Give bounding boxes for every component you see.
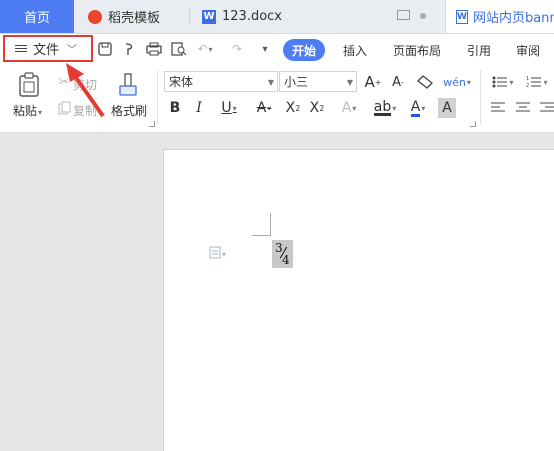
- tab-start-label: 开始: [291, 43, 316, 58]
- print-icon[interactable]: [145, 40, 163, 58]
- svg-text:2: 2: [526, 83, 529, 89]
- selected-fraction[interactable]: 3 4: [272, 240, 293, 268]
- word-doc-icon: W: [456, 9, 468, 24]
- monitor-icon[interactable]: [397, 10, 410, 20]
- paste-options-button[interactable]: ▾: [209, 245, 226, 263]
- output-pdf-icon[interactable]: [121, 40, 139, 58]
- annotation-arrow: [66, 63, 105, 118]
- chevron-down-icon: ﹀: [67, 45, 78, 56]
- font-size-value: 小三: [284, 75, 309, 89]
- format-painter-icon[interactable]: [117, 72, 139, 100]
- chevron-down-icon: ▼: [346, 78, 353, 87]
- decrease-font-size-icon[interactable]: A-: [389, 72, 407, 92]
- margin-corner-mark: [252, 213, 271, 236]
- tab-start[interactable]: 开始: [283, 39, 325, 61]
- font-name-select[interactable]: 宋体 ▼: [164, 71, 278, 92]
- character-shading-icon[interactable]: A: [438, 98, 456, 118]
- subscript-icon[interactable]: X2: [308, 98, 326, 118]
- document-tab-bar: 首页 稻壳模板 W 123.docx W 网站内页banne: [0, 0, 554, 34]
- tab-document[interactable]: W 123.docx: [192, 0, 440, 33]
- paste-options-icon: [209, 245, 221, 263]
- tab-insert[interactable]: 插入: [343, 42, 367, 59]
- tab-references[interactable]: 引用: [467, 42, 491, 59]
- phonetic-guide-icon[interactable]: wén ▾: [443, 72, 471, 92]
- print-preview-icon[interactable]: [170, 40, 188, 58]
- paste-label: 粘贴: [13, 104, 38, 118]
- chevron-down-icon: ▾: [222, 249, 227, 259]
- tab-web-page[interactable]: W 网站内页banne: [445, 0, 554, 33]
- hamburger-icon: [15, 43, 27, 54]
- align-center-icon[interactable]: [515, 98, 531, 118]
- document-page[interactable]: [164, 150, 554, 451]
- tab-templates[interactable]: 稻壳模板: [78, 0, 188, 33]
- tab-divider: [189, 8, 190, 25]
- bold-icon[interactable]: B: [167, 98, 183, 118]
- strikethrough-icon[interactable]: A ▾: [250, 98, 278, 118]
- tab-web-label: 网站内页banne: [472, 11, 554, 26]
- chevron-down-icon: ▼: [267, 78, 274, 87]
- tab-document-label: 123.docx: [222, 9, 282, 24]
- align-left-icon[interactable]: [490, 98, 506, 118]
- font-color-icon[interactable]: A ▾: [405, 98, 431, 118]
- font-size-select[interactable]: 小三 ▼: [279, 71, 357, 92]
- bullet-list-icon[interactable]: ▾: [490, 72, 516, 92]
- undo-icon[interactable]: ↶ ▾: [196, 40, 214, 58]
- italic-icon[interactable]: I: [191, 98, 207, 118]
- tab-templates-label: 稻壳模板: [108, 11, 161, 26]
- paste-icon[interactable]: [16, 71, 42, 99]
- redo-icon[interactable]: ↷: [228, 40, 246, 58]
- group-divider: [480, 70, 481, 124]
- format-painter-button[interactable]: 格式刷: [111, 102, 147, 119]
- tab-home-label: 首页: [23, 11, 50, 26]
- file-menu-label: 文件: [33, 43, 60, 58]
- tab-page-layout[interactable]: 页面布局: [393, 42, 441, 59]
- font-name-value: 宋体: [169, 75, 194, 89]
- group-divider: [157, 70, 158, 124]
- unsaved-dot-icon: [420, 13, 426, 19]
- paste-button[interactable]: 粘贴▾: [13, 102, 42, 119]
- clear-formatting-icon[interactable]: [416, 72, 434, 92]
- increase-font-size-icon[interactable]: A +: [364, 72, 382, 92]
- file-menu-button[interactable]: 文件 ﹀: [3, 35, 93, 62]
- fraction-denominator: 4: [282, 253, 290, 267]
- docer-icon: [88, 9, 102, 24]
- align-right-icon[interactable]: [540, 98, 554, 118]
- save-icon[interactable]: [96, 40, 114, 58]
- highlight-color-icon[interactable]: ab ▾: [370, 98, 400, 118]
- superscript-icon[interactable]: X2: [284, 98, 302, 118]
- tab-home[interactable]: 首页: [0, 0, 74, 33]
- clipboard-dialog-launcher[interactable]: [149, 121, 155, 127]
- underline-icon[interactable]: U ▾: [216, 98, 242, 118]
- text-effect-icon[interactable]: A ▾: [336, 98, 362, 118]
- numbered-list-icon[interactable]: 1 2 ▾: [524, 72, 550, 92]
- font-dialog-launcher[interactable]: [470, 121, 476, 127]
- tab-review[interactable]: 审阅: [516, 42, 540, 59]
- word-doc-icon: W: [202, 9, 216, 24]
- quick-access-more-icon[interactable]: ▾: [256, 40, 274, 58]
- svg-text:1: 1: [526, 76, 529, 82]
